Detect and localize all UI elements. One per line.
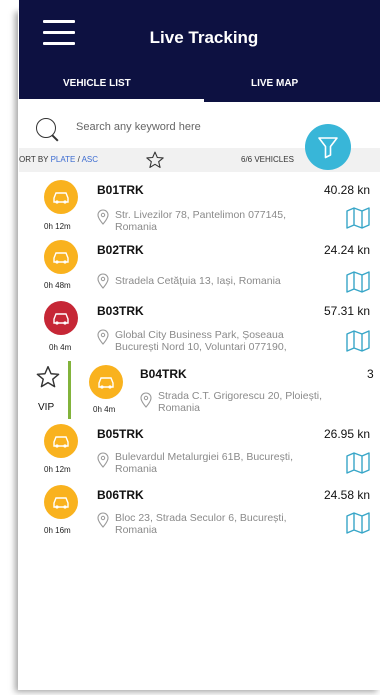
search-icon xyxy=(36,118,56,138)
idle-duration: 0h 48m xyxy=(44,281,71,290)
vehicle-address: Global City Business Park, Șoseaua Bucur… xyxy=(115,329,330,353)
vehicle-plate: B02TRK xyxy=(97,243,144,257)
vehicle-address: Bloc 23, Strada Seculor 6, București, Ro… xyxy=(115,512,330,536)
filter-button[interactable] xyxy=(305,124,351,170)
idle-duration: 0h 4m xyxy=(49,343,72,352)
address-line: Bloc 23, Strada Seculor 6, București, xyxy=(115,512,287,524)
vehicle-distance: 26.95 kn xyxy=(324,427,371,441)
funnel-icon xyxy=(318,137,338,159)
map-icon[interactable] xyxy=(345,329,371,353)
vehicle-plate: B04TRK xyxy=(140,367,187,381)
vehicle-distance: 24.58 kn xyxy=(324,488,371,502)
address-line: Bulevardul Metalurgiei 61B, București, xyxy=(115,451,294,463)
idle-duration: 0h 4m xyxy=(93,405,116,414)
vehicle-address: Stradela Cetățuia 13, Iași, Romania xyxy=(115,275,330,287)
address-line: Strada C.T. Grigorescu 20, Ploiești, xyxy=(158,390,322,402)
vehicle-count: 6/6 VEHICLES xyxy=(241,155,294,164)
address-line: Str. Livezilor 78, Pantelimon 077145, xyxy=(115,209,287,221)
vehicle-row[interactable]: 0h 4m B04TRK 3 Strada C.T. Grigorescu 20… xyxy=(19,361,380,421)
vehicle-status-icon xyxy=(44,180,78,214)
page-title: Live Tracking xyxy=(149,28,259,47)
address-line: Stradela Cetățuia 13, Iași, Romania xyxy=(115,275,281,287)
location-pin-icon xyxy=(97,273,109,289)
app-header: Live Tracking VEHICLE LIST LIVE MAP xyxy=(19,0,380,102)
vehicle-plate: B01TRK xyxy=(97,183,144,197)
map-icon[interactable] xyxy=(345,451,371,475)
sort-field[interactable]: PLATE xyxy=(51,155,76,164)
location-pin-icon xyxy=(140,392,152,408)
vehicle-distance: 24.24 kn xyxy=(324,243,371,257)
vehicle-distance: 57.31 kn xyxy=(324,304,371,318)
vehicle-distance: 40.28 kn xyxy=(324,183,371,197)
idle-duration: 0h 16m xyxy=(44,526,71,535)
search-input[interactable] xyxy=(74,120,308,134)
vehicle-row[interactable]: 0h 4m B03TRK 57.31 kn Global City Busine… xyxy=(19,298,380,358)
location-pin-icon xyxy=(97,512,109,528)
map-icon[interactable] xyxy=(345,511,371,535)
tab-vehicle-list[interactable]: VEHICLE LIST xyxy=(63,78,131,89)
sort-prefix: ORT BY xyxy=(19,155,49,164)
address-line: Global City Business Park, Șoseaua xyxy=(115,329,284,341)
star-icon[interactable] xyxy=(145,150,165,170)
location-pin-icon xyxy=(97,452,109,468)
vehicle-plate: B05TRK xyxy=(97,427,144,441)
map-icon[interactable] xyxy=(345,270,371,294)
address-line: Romania xyxy=(115,221,158,233)
vehicle-row[interactable]: 0h 48m B02TRK 24.24 kn Stradela Cetățuia… xyxy=(19,237,380,297)
vehicle-row[interactable]: 0h 12m B01TRK 40.28 kn Str. Livezilor 78… xyxy=(19,176,380,236)
vehicle-distance: 3 xyxy=(367,367,374,381)
vehicle-status-icon xyxy=(44,301,78,335)
vehicle-row[interactable]: 0h 16m B06TRK 24.58 kn Bloc 23, Strada S… xyxy=(19,483,380,543)
vehicle-address: Strada C.T. Grigorescu 20, Ploiești, Rom… xyxy=(158,390,373,414)
sort-separator: / xyxy=(77,155,80,164)
active-tab-indicator xyxy=(19,99,204,102)
address-line: Romania xyxy=(115,463,158,475)
vehicle-row[interactable]: 0h 12m B05TRK 26.95 kn Bulevardul Metalu… xyxy=(19,423,380,483)
location-pin-icon xyxy=(97,209,109,225)
vehicle-status-icon xyxy=(44,485,78,519)
address-line: Romania xyxy=(115,524,158,536)
vehicle-status-icon xyxy=(44,424,78,458)
vehicle-status-icon xyxy=(44,240,78,274)
location-pin-icon xyxy=(97,329,109,345)
sort-order[interactable]: ASC xyxy=(82,155,98,164)
tab-live-map[interactable]: LIVE MAP xyxy=(251,78,298,89)
address-line: Romania xyxy=(158,402,201,414)
vehicle-plate: B03TRK xyxy=(97,304,144,318)
vehicle-plate: B06TRK xyxy=(97,488,144,502)
sort-control[interactable]: ORT BY PLATE / ASC xyxy=(19,155,98,164)
vehicle-address: Bulevardul Metalurgiei 61B, București, R… xyxy=(115,451,330,475)
idle-duration: 0h 12m xyxy=(44,465,71,474)
menu-icon[interactable] xyxy=(43,20,75,46)
idle-duration: 0h 12m xyxy=(44,222,71,231)
address-line: București Nord 10, Voluntari 077190, xyxy=(115,341,287,353)
vehicle-address: Str. Livezilor 78, Pantelimon 077145, Ro… xyxy=(115,209,330,233)
map-icon[interactable] xyxy=(345,206,371,230)
vehicle-status-icon xyxy=(89,365,123,399)
